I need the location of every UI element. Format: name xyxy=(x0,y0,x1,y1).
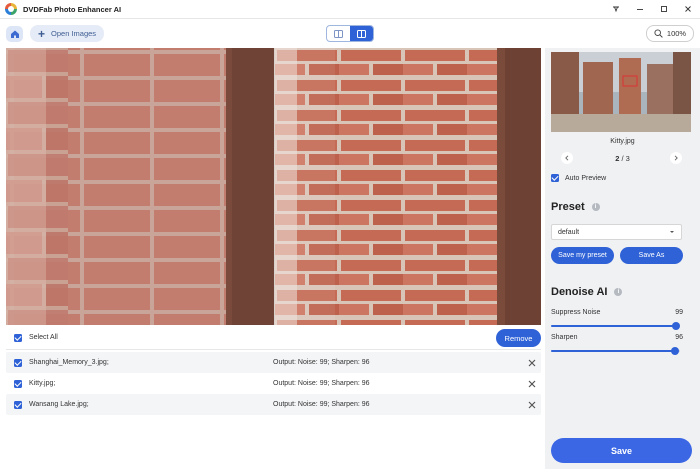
close-icon[interactable] xyxy=(526,378,537,389)
file-output: Output: Noise: 99; Sharpen: 96 xyxy=(273,401,370,408)
file-rows: Shanghai_Memory_3.jpg; Output: Noise: 99… xyxy=(6,352,541,415)
suppress-noise-slider[interactable] xyxy=(551,322,680,330)
sharpen-fill xyxy=(551,350,675,352)
auto-preview-label: Auto Preview xyxy=(565,174,607,182)
file-name: Shanghai_Memory_3.jpg; xyxy=(29,359,109,366)
zoom-level: 100% xyxy=(666,29,687,38)
pin-icon[interactable] xyxy=(610,2,622,16)
file-row[interactable]: Kitty.jpg; Output: Noise: 99; Sharpen: 9… xyxy=(6,373,541,394)
view-split-button[interactable] xyxy=(350,26,373,41)
save-button[interactable]: Save xyxy=(551,438,692,463)
chevron-down-icon xyxy=(669,229,675,237)
close-icon[interactable] xyxy=(526,357,537,368)
file-checkbox[interactable] xyxy=(14,400,22,409)
enhanced-image-pane xyxy=(275,48,541,325)
maximize-icon[interactable] xyxy=(658,2,670,16)
toolbar: + Open Images 100% xyxy=(0,20,700,48)
plus-icon: + xyxy=(38,26,46,41)
counter-total: / 3 xyxy=(621,154,630,163)
title-bar: DVDFab Photo Enhancer AI xyxy=(0,0,700,19)
app-title: DVDFab Photo Enhancer AI xyxy=(23,4,122,14)
sharpen-label: Sharpen xyxy=(551,334,578,341)
search-icon xyxy=(654,29,663,38)
close-icon[interactable] xyxy=(682,2,694,16)
save-my-preset-button[interactable]: Save my preset xyxy=(551,247,614,264)
info-icon[interactable]: i xyxy=(614,288,623,296)
file-output: Output: Noise: 99; Sharpen: 96 xyxy=(273,380,370,387)
denoise-heading: Denoise AI i xyxy=(551,286,623,298)
file-list-panel: Select All Remove Shanghai_Memory_3.jpg;… xyxy=(6,326,541,468)
settings-sidebar: Kitty.jpg 2 / 3 Auto Preview Preset i de… xyxy=(545,48,700,469)
view-mode-toggle xyxy=(326,25,374,42)
thumbnail-image[interactable] xyxy=(551,52,691,132)
sharpen-slider[interactable] xyxy=(551,347,680,355)
preset-heading: Preset i xyxy=(551,201,600,213)
remove-button[interactable]: Remove xyxy=(496,329,541,347)
file-output: Output: Noise: 99; Sharpen: 96 xyxy=(273,359,370,366)
preset-value: default xyxy=(558,228,580,236)
original-image-pane xyxy=(6,48,274,325)
close-icon[interactable] xyxy=(526,399,537,410)
suppress-noise-knob[interactable] xyxy=(672,322,680,330)
thumbnail-name: Kitty.jpg xyxy=(610,138,635,145)
home-button[interactable] xyxy=(6,26,23,42)
file-row[interactable]: Wansang Lake.jpg; Output: Noise: 99; Sha… xyxy=(6,394,541,415)
info-icon[interactable]: i xyxy=(591,203,600,211)
view-single-button[interactable] xyxy=(327,26,350,41)
zoom-control[interactable]: 100% xyxy=(646,25,694,42)
window-controls xyxy=(610,2,694,16)
preset-dropdown[interactable]: default xyxy=(551,224,682,240)
single-view-icon xyxy=(334,29,343,38)
chevron-right-icon xyxy=(674,155,678,161)
image-preview[interactable] xyxy=(6,48,541,325)
select-all-bar: Select All Remove xyxy=(6,326,541,350)
file-name: Kitty.jpg; xyxy=(29,380,56,387)
save-as-button[interactable]: Save As xyxy=(620,247,683,264)
file-name: Wansang Lake.jpg; xyxy=(29,401,89,408)
counter-current: 2 xyxy=(615,154,620,163)
open-images-label: Open Images xyxy=(51,29,97,38)
denoise-title: Denoise AI xyxy=(551,286,608,298)
file-row[interactable]: Shanghai_Memory_3.jpg; Output: Noise: 99… xyxy=(6,352,541,373)
preset-title: Preset xyxy=(551,201,585,213)
split-view-icon xyxy=(357,29,366,38)
auto-preview-checkbox[interactable] xyxy=(551,174,559,182)
suppress-noise-value: 99 xyxy=(675,309,683,316)
open-images-button[interactable]: + Open Images xyxy=(30,25,104,42)
sharpen-knob[interactable] xyxy=(670,347,679,355)
minimize-icon[interactable] xyxy=(634,2,646,16)
auto-preview-option: Auto Preview xyxy=(551,174,606,182)
sharpen-value: 96 xyxy=(675,334,683,341)
select-all-label: Select All xyxy=(29,334,58,341)
app-logo-icon xyxy=(5,3,17,15)
home-icon xyxy=(10,30,19,38)
suppress-noise-fill xyxy=(551,325,679,327)
next-image-button[interactable] xyxy=(670,152,682,164)
select-all-checkbox[interactable] xyxy=(14,333,22,342)
file-checkbox[interactable] xyxy=(14,379,22,388)
suppress-noise-label: Suppress Noise xyxy=(551,309,601,316)
file-checkbox[interactable] xyxy=(14,358,22,367)
